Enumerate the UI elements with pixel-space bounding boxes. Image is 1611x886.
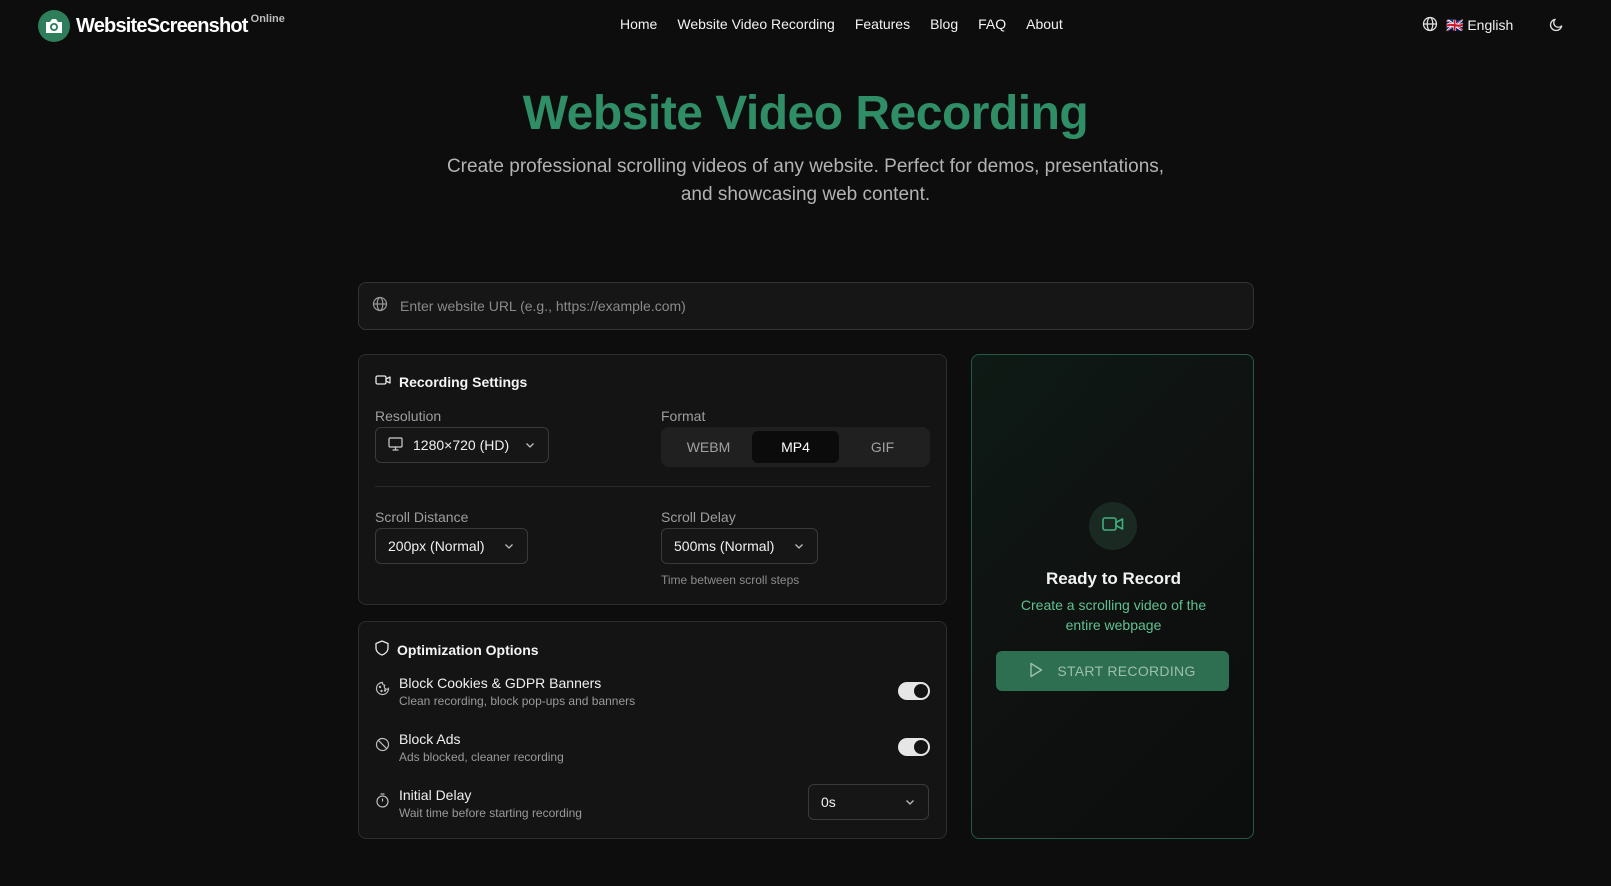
optimization-options-header: Optimization Options: [375, 640, 539, 659]
resolution-select[interactable]: 1280×720 (HD): [375, 427, 549, 463]
toggle-knob: [914, 684, 928, 698]
language-label: 🇬🇧 English: [1446, 17, 1514, 33]
toggle-knob: [914, 740, 928, 754]
option-title: Initial Delay: [399, 787, 472, 803]
video-camera-icon: [1102, 516, 1124, 537]
format-option-gif[interactable]: GIF: [839, 431, 926, 463]
settings-divider: [375, 486, 930, 487]
ban-icon: [375, 737, 390, 757]
initial-delay-value: 0s: [821, 794, 836, 810]
logo[interactable]: WebsiteScreenshot Online: [38, 10, 285, 42]
chevron-down-icon: [524, 439, 536, 451]
page-title: Website Video Recording: [522, 87, 1089, 140]
video-camera-icon: [375, 373, 391, 390]
format-segmented-control: WEBM MP4 GIF: [661, 427, 930, 467]
camera-logo-icon: [38, 10, 70, 42]
nav-about[interactable]: About: [1026, 16, 1063, 32]
option-block-ads: Block Ads Ads blocked, cleaner recording: [375, 731, 930, 771]
option-title: Block Cookies & GDPR Banners: [399, 675, 602, 691]
nav-website-video-recording[interactable]: Website Video Recording: [677, 16, 834, 32]
page-subtitle-line-1: Create professional scrolling videos of …: [446, 156, 1165, 177]
url-input-box: [358, 282, 1254, 330]
scroll-delay-value: 500ms (Normal): [674, 538, 775, 554]
play-icon: [1029, 662, 1043, 681]
language-selector[interactable]: 🇬🇧 English: [1422, 16, 1513, 35]
shield-icon: [375, 640, 389, 659]
nav-home[interactable]: Home: [620, 16, 657, 32]
ready-title: Ready to Record: [1045, 569, 1182, 588]
ready-subtitle-line-1: Create a scrolling video of the: [1020, 597, 1207, 613]
nav-faq[interactable]: FAQ: [978, 16, 1006, 32]
nav-features[interactable]: Features: [855, 16, 910, 32]
logo-superscript: Online: [250, 13, 285, 25]
option-initial-delay: Initial Delay Wait time before starting …: [375, 784, 930, 827]
scroll-distance-label: Scroll Distance: [375, 509, 469, 525]
page-subtitle: Create professional scrolling videos of …: [420, 153, 1191, 209]
globe-icon: [1422, 16, 1438, 35]
start-recording-button[interactable]: START RECORDING: [996, 651, 1229, 691]
format-option-webm[interactable]: WEBM: [665, 431, 752, 463]
chevron-down-icon: [793, 540, 805, 552]
monitor-icon: [388, 436, 403, 454]
option-block-cookies: Block Cookies & GDPR Banners Clean recor…: [375, 675, 930, 715]
page: WebsiteScreenshot Online Home Website Vi…: [0, 0, 1611, 886]
optimization-options-panel: Optimization Options Block Cookies & GDP…: [358, 621, 947, 839]
format-option-mp4[interactable]: MP4: [752, 431, 839, 463]
timer-icon: [375, 793, 390, 813]
logo-text: WebsiteScreenshot: [76, 14, 248, 37]
initial-delay-select[interactable]: 0s: [808, 784, 929, 820]
ready-subtitle-line-2: entire webpage: [1065, 617, 1162, 633]
option-description: Ads blocked, cleaner recording: [399, 750, 564, 764]
site-header: WebsiteScreenshot Online Home Website Vi…: [0, 0, 1611, 52]
ready-subtitle: Create a scrolling video of the entire w…: [1002, 595, 1225, 635]
block-cookies-toggle[interactable]: [898, 682, 930, 700]
scroll-distance-value: 200px (Normal): [388, 538, 485, 554]
cookie-icon: [375, 681, 390, 701]
scroll-delay-hint: Time between scroll steps: [661, 573, 800, 587]
option-title: Block Ads: [399, 731, 461, 747]
recording-settings-panel: Recording Settings Resolution 1280×720 (…: [358, 354, 947, 605]
scroll-distance-select[interactable]: 200px (Normal): [375, 528, 528, 564]
chevron-down-icon: [904, 796, 916, 808]
scroll-delay-label: Scroll Delay: [661, 509, 736, 525]
recording-settings-title: Recording Settings: [399, 373, 528, 390]
chevron-down-icon: [503, 540, 515, 552]
resolution-value: 1280×720 (HD): [413, 437, 510, 453]
scroll-delay-select[interactable]: 500ms (Normal): [661, 528, 818, 564]
recording-preview-card: Ready to Record Create a scrolling video…: [971, 354, 1254, 839]
recording-settings-header: Recording Settings: [375, 373, 527, 390]
option-description: Clean recording, block pop-ups and banne…: [399, 694, 636, 708]
main-nav: Home Website Video Recording Features Bl…: [620, 16, 1063, 32]
video-camera-badge: [1089, 502, 1137, 550]
option-description: Wait time before starting recording: [399, 806, 582, 820]
resolution-label: Resolution: [375, 408, 442, 424]
theme-toggle-button[interactable]: [1549, 17, 1564, 37]
start-recording-label: START RECORDING: [1057, 663, 1196, 679]
optimization-options-title: Optimization Options: [397, 641, 539, 658]
block-ads-toggle[interactable]: [898, 738, 930, 756]
page-subtitle-line-2: and showcasing web content.: [680, 184, 931, 205]
format-label: Format: [661, 408, 706, 424]
url-input[interactable]: [400, 283, 1253, 329]
globe-icon: [372, 296, 388, 317]
nav-blog[interactable]: Blog: [930, 16, 958, 32]
moon-icon: [1549, 18, 1564, 36]
